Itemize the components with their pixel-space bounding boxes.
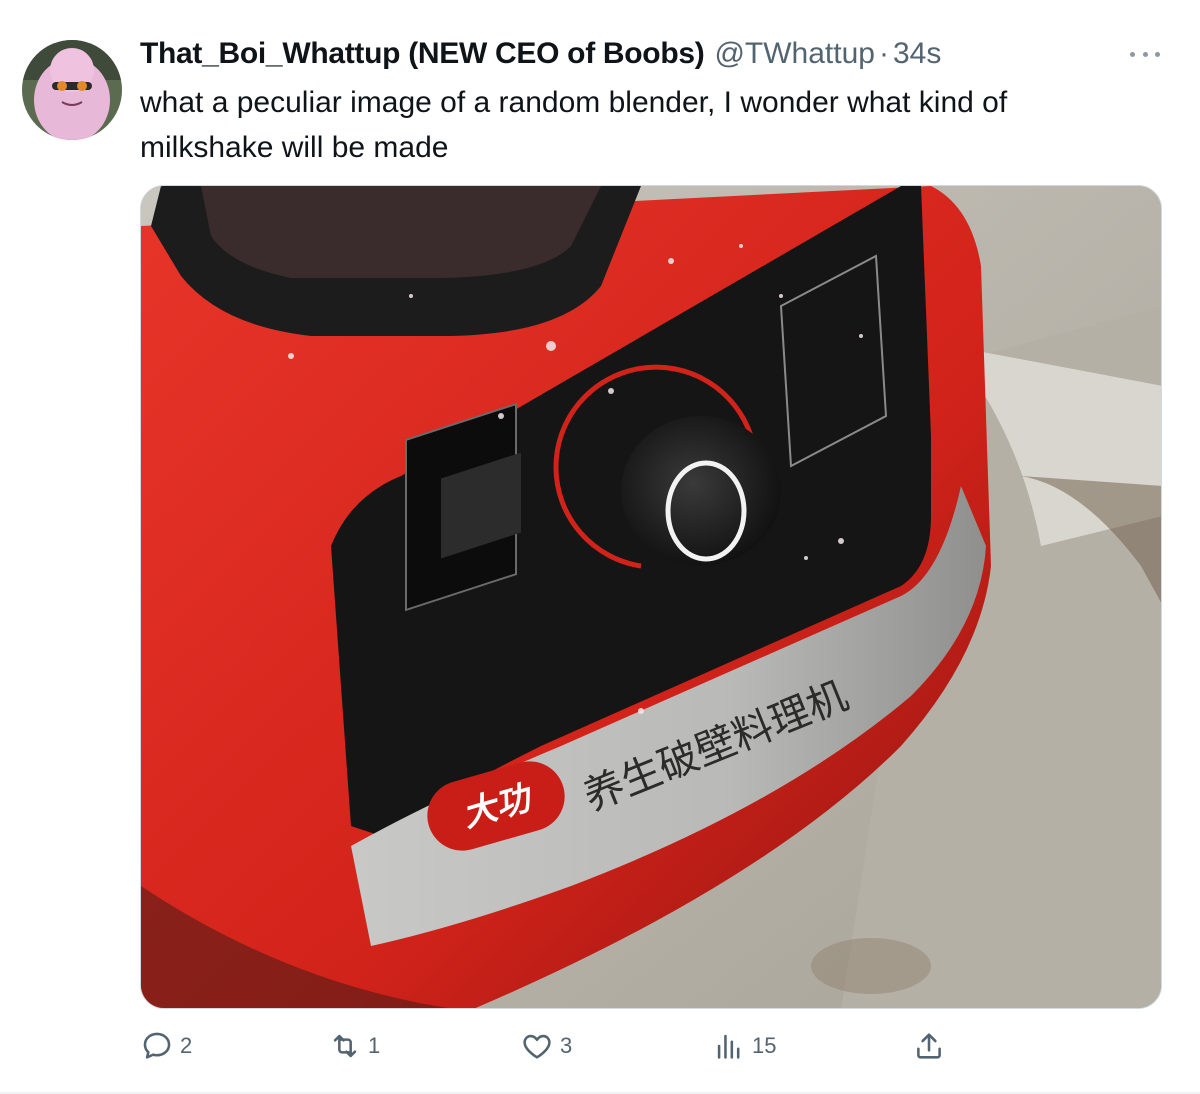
retweet-icon bbox=[333, 1034, 357, 1058]
separator-dot: · bbox=[878, 37, 889, 70]
reply-bubble-icon bbox=[143, 1032, 171, 1059]
display-name[interactable]: That_Boi_Whattup (NEW CEO of Boobs) bbox=[140, 34, 705, 74]
share-button[interactable] bbox=[912, 1026, 946, 1066]
views-count: 15 bbox=[752, 1033, 777, 1058]
views-button[interactable]: 15 bbox=[712, 1026, 776, 1066]
timestamp[interactable]: 34s bbox=[893, 34, 941, 74]
avatar-image bbox=[22, 40, 122, 140]
blender-photo-illustration: 大功 养生破壁料理机 bbox=[141, 186, 1161, 1008]
reply-button[interactable]: 2 bbox=[140, 1026, 192, 1066]
views-bar-icon bbox=[717, 1034, 740, 1059]
user-avatar[interactable] bbox=[22, 40, 122, 140]
tweet-text: what a peculiar image of a random blende… bbox=[140, 86, 1008, 164]
tweet-actions: 2 1 3 15 bbox=[140, 1026, 1140, 1066]
heart-icon bbox=[523, 1034, 551, 1059]
tweet-photo[interactable]: 大功 养生破壁料理机 bbox=[140, 185, 1162, 1009]
retweet-count: 1 bbox=[368, 1033, 381, 1058]
reply-count: 2 bbox=[180, 1033, 193, 1058]
retweet-button[interactable]: 1 bbox=[328, 1026, 380, 1066]
user-handle[interactable]: @TWhattup bbox=[714, 34, 875, 74]
more-options-icon[interactable] bbox=[1130, 44, 1160, 64]
like-count: 3 bbox=[560, 1033, 573, 1058]
like-button[interactable]: 3 bbox=[520, 1026, 572, 1066]
tweet[interactable]: That_Boi_Whattup (NEW CEO of Boobs) @TWh… bbox=[0, 0, 1200, 1094]
share-upload-icon bbox=[917, 1033, 941, 1059]
tweet-header: That_Boi_Whattup (NEW CEO of Boobs) @TWh… bbox=[140, 34, 941, 74]
